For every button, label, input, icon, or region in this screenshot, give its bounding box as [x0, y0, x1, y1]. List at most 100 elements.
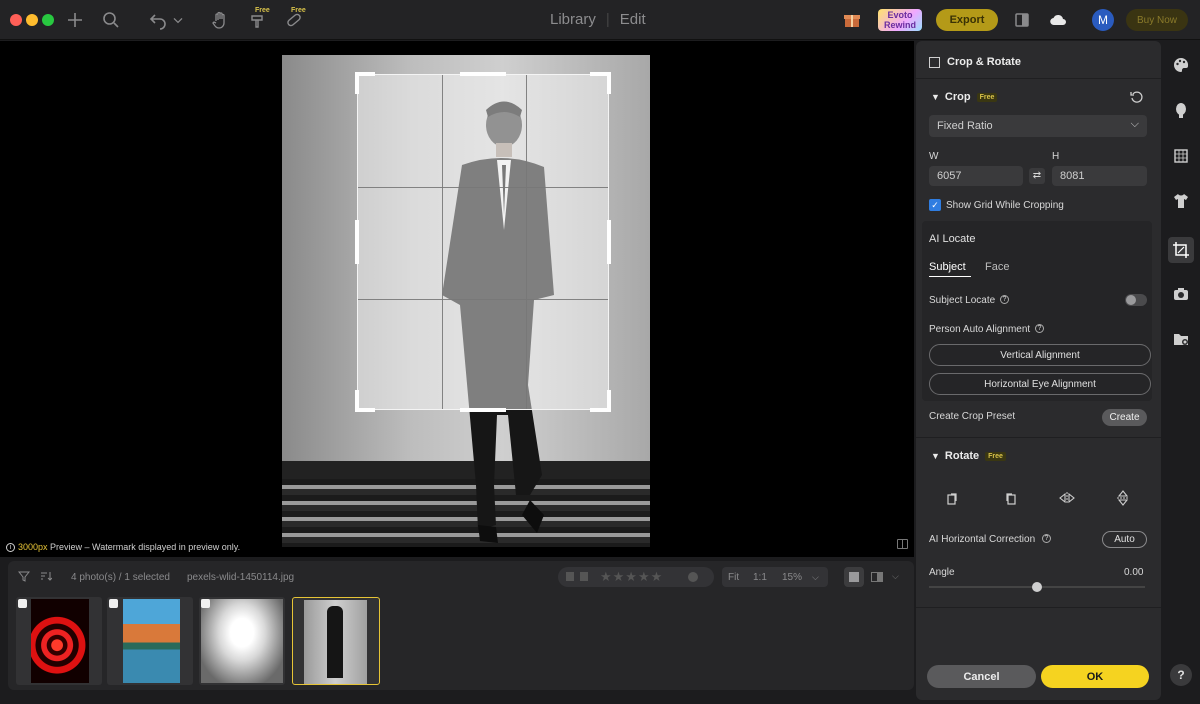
- cloud-icon[interactable]: [1046, 8, 1070, 32]
- crop-tool-icon[interactable]: [1168, 237, 1194, 263]
- thumbnail-red-spiral[interactable]: [16, 597, 102, 685]
- background-icon[interactable]: [1170, 145, 1192, 167]
- help-icon[interactable]: ?: [1042, 534, 1051, 543]
- edited-badge-icon: [201, 599, 210, 608]
- ai-locate-title: AI Locate: [929, 233, 976, 245]
- crop-rotate-panel: Crop & Rotate ▼ Crop Free Fixed Ratio ⌵ …: [916, 41, 1161, 700]
- reject-flag-icon[interactable]: [580, 572, 588, 581]
- split-view-icon[interactable]: [871, 572, 883, 582]
- clothing-icon[interactable]: [1170, 190, 1192, 212]
- zoom-level-select[interactable]: 15%: [782, 572, 802, 583]
- rotate-left-icon[interactable]: [946, 491, 960, 505]
- face-icon[interactable]: [1170, 99, 1192, 121]
- flip-vertical-icon[interactable]: [1116, 490, 1130, 506]
- crop-grid-line: [358, 187, 608, 188]
- vertical-alignment-button[interactable]: Vertical Alignment: [929, 344, 1151, 366]
- horizontal-correction-label: AI Horizontal Correction: [929, 534, 1036, 545]
- help-icon[interactable]: ?: [1035, 324, 1044, 333]
- palette-icon[interactable]: [1170, 54, 1192, 76]
- buy-now-button[interactable]: Buy Now: [1126, 9, 1188, 31]
- crop-handle-bottom[interactable]: [460, 408, 506, 412]
- ratio-value: Fixed Ratio: [937, 120, 993, 132]
- divider: [916, 437, 1161, 438]
- sort-icon[interactable]: [40, 570, 53, 582]
- subject-locate-toggle[interactable]: [1125, 294, 1147, 306]
- tab-face[interactable]: Face: [985, 261, 1009, 273]
- export-button[interactable]: Export: [936, 9, 998, 31]
- tab-edit[interactable]: Edit: [620, 11, 646, 28]
- close-window-button[interactable]: [10, 14, 22, 26]
- panel-title: Crop & Rotate: [947, 56, 1021, 68]
- color-label-icon[interactable]: [688, 572, 698, 582]
- compare-view-icon[interactable]: [897, 539, 908, 549]
- flip-horizontal-icon[interactable]: [1059, 491, 1075, 505]
- avatar[interactable]: M: [1092, 9, 1114, 31]
- single-view-icon[interactable]: [844, 567, 864, 587]
- tab-library[interactable]: Library: [550, 11, 596, 28]
- horizontal-eye-alignment-button[interactable]: Horizontal Eye Alignment: [929, 373, 1151, 395]
- zoom-1to1-button[interactable]: 1:1: [753, 572, 767, 583]
- rotate-section-header[interactable]: ▼ Rotate Free: [931, 450, 1006, 462]
- reset-icon[interactable]: [1130, 90, 1144, 104]
- chevron-down-icon[interactable]: ⌵: [892, 571, 899, 582]
- crop-handle-top-left[interactable]: [355, 72, 359, 94]
- ok-button[interactable]: OK: [1041, 665, 1149, 688]
- crop-rotate-icon: [929, 56, 940, 68]
- camera-icon[interactable]: [1170, 283, 1192, 305]
- height-label: H: [1052, 151, 1060, 162]
- preview-text: Preview – Watermark displayed in preview…: [47, 542, 241, 552]
- rating-bar[interactable]: ★★★★★: [558, 567, 714, 587]
- crop-handle-bottom-left[interactable]: [355, 390, 359, 412]
- filter-icon[interactable]: [17, 570, 31, 582]
- search-icon[interactable]: [99, 8, 123, 32]
- folder-settings-icon[interactable]: [1170, 328, 1192, 350]
- crop-handle-right[interactable]: [607, 220, 611, 264]
- hand-tool-icon[interactable]: [208, 8, 232, 32]
- undo-icon[interactable]: [146, 8, 170, 32]
- crop-handle-left[interactable]: [355, 220, 359, 264]
- subject-locate-label: Subject Locate: [929, 295, 996, 306]
- width-label: W: [929, 151, 939, 162]
- gift-icon[interactable]: [840, 8, 864, 32]
- crop-section-header[interactable]: ▼ Crop Free: [931, 91, 998, 103]
- create-preset-button[interactable]: Create: [1102, 409, 1147, 426]
- ratio-select[interactable]: Fixed Ratio ⌵: [929, 115, 1147, 137]
- help-button[interactable]: ?: [1170, 664, 1192, 686]
- minimize-window-button[interactable]: [26, 14, 38, 26]
- evoto-rewind-badge[interactable]: Evoto Rewind: [878, 9, 922, 31]
- tab-subject[interactable]: Subject: [929, 261, 966, 273]
- angle-slider-thumb[interactable]: [1032, 582, 1042, 592]
- angle-label: Angle: [929, 567, 955, 578]
- add-icon[interactable]: [63, 8, 87, 32]
- person-alignment-label: Person Auto Alignment: [929, 324, 1031, 335]
- photo-count: 4 photo(s) / 1 selected: [71, 572, 170, 583]
- chevron-down-icon[interactable]: ⌵: [812, 572, 819, 583]
- crop-grid-line: [358, 299, 608, 300]
- zoom-fit-button[interactable]: Fit: [728, 572, 739, 583]
- crop-handle-top-right[interactable]: [607, 72, 611, 94]
- crop-grid-line: [442, 75, 443, 409]
- swap-icon[interactable]: ⇄: [1029, 168, 1045, 184]
- sidebar-toggle-icon[interactable]: [1010, 8, 1034, 32]
- title-bar: Free Free Library | Edit Evoto Rewind Ex…: [0, 0, 1200, 40]
- cancel-button[interactable]: Cancel: [927, 665, 1036, 688]
- crop-handle-top[interactable]: [460, 72, 506, 76]
- preview-resolution: 3000px: [18, 542, 48, 552]
- help-icon[interactable]: ?: [1000, 295, 1009, 304]
- thumbnail-man-in-suit[interactable]: [292, 597, 380, 685]
- triangle-down-icon: ▼: [931, 92, 940, 102]
- zoom-window-button[interactable]: [42, 14, 54, 26]
- show-grid-checkbox[interactable]: ✓: [929, 199, 941, 211]
- flag-icon[interactable]: [566, 572, 574, 581]
- rotate-right-icon[interactable]: [1003, 491, 1017, 505]
- star-rating[interactable]: ★★★★★: [600, 569, 663, 585]
- crop-handle-bottom-right[interactable]: [607, 390, 611, 412]
- auto-correct-button[interactable]: Auto: [1102, 531, 1147, 548]
- thumbnail-white-corridor[interactable]: [199, 597, 285, 685]
- width-input[interactable]: 6057: [929, 166, 1023, 186]
- crop-label: Crop: [944, 91, 971, 103]
- thumbnail-colorful-houses[interactable]: [107, 597, 193, 685]
- crop-frame[interactable]: [357, 74, 609, 410]
- height-input[interactable]: 8081: [1052, 166, 1147, 186]
- chevron-down-icon[interactable]: [170, 8, 186, 32]
